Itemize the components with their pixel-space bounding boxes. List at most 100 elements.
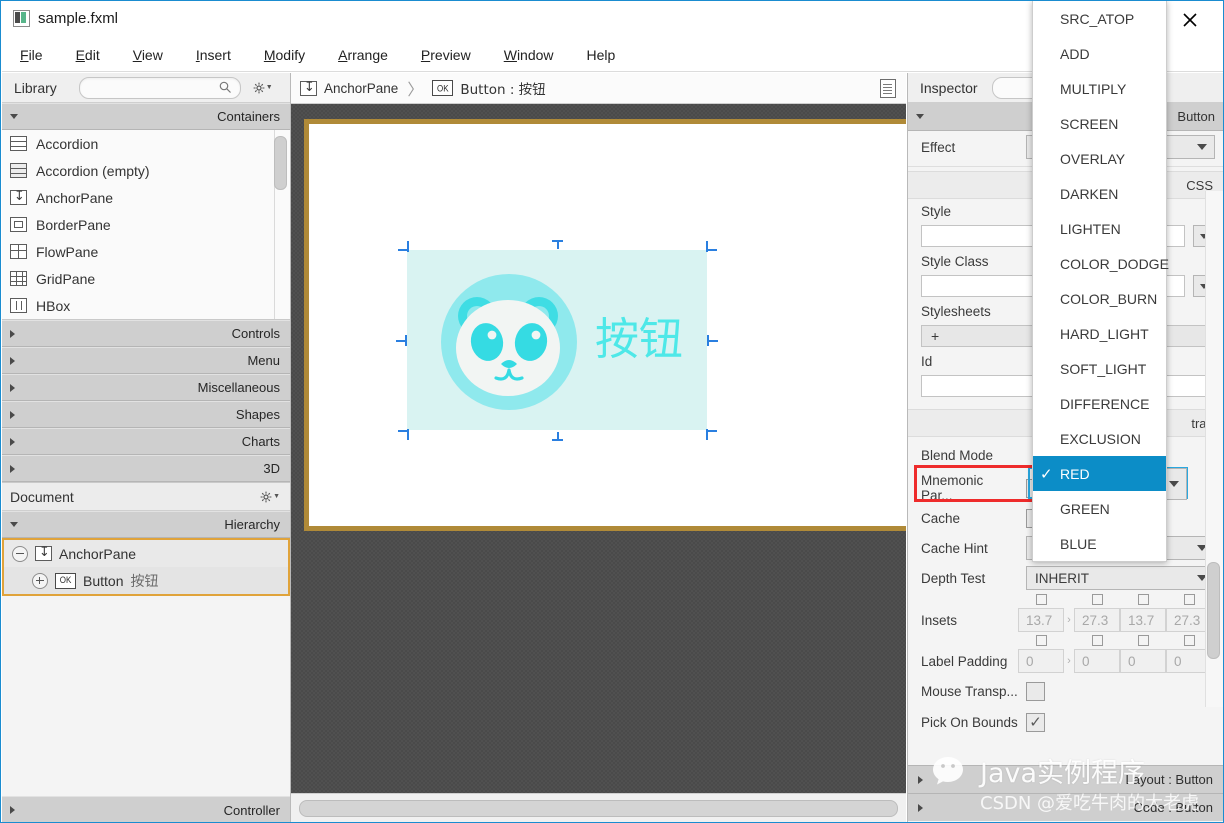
- label-padding-left-checkbox[interactable]: [1184, 635, 1195, 646]
- library-item-flowpane[interactable]: FlowPane: [2, 238, 290, 265]
- blend-mode-dropdown-list[interactable]: SRC_ATOP ADD MULTIPLY SCREEN OVERLAY DAR…: [1032, 1, 1167, 562]
- library-section-3d[interactable]: 3D: [2, 455, 290, 482]
- label-padding-value-1[interactable]: 0: [1074, 649, 1120, 673]
- dropdown-item-difference[interactable]: DIFFERENCE: [1033, 386, 1166, 421]
- hierarchy-tree: AnchorPane OK Button 按钮: [2, 538, 290, 596]
- tree-item-anchorpane[interactable]: AnchorPane: [4, 540, 288, 567]
- document-icon[interactable]: [880, 79, 896, 98]
- selection-handle-bl[interactable]: [398, 429, 409, 440]
- fx-button[interactable]: 按钮: [407, 250, 707, 430]
- label-padding-right-checkbox[interactable]: [1092, 635, 1103, 646]
- breadcrumb-root[interactable]: AnchorPane: [324, 81, 398, 96]
- controller-section-header[interactable]: Controller: [2, 796, 290, 823]
- label-padding-value-2[interactable]: 0: [1120, 649, 1166, 673]
- mouse-transparent-checkbox[interactable]: [1026, 682, 1045, 701]
- layout-section-header[interactable]: Layout : Button: [908, 765, 1223, 793]
- selection-handle-tm[interactable]: [552, 240, 563, 251]
- anchorpane-stage[interactable]: 按钮: [304, 119, 906, 531]
- anchorpane-icon: [10, 190, 27, 205]
- library-item-hbox[interactable]: HBox: [2, 292, 290, 319]
- label-padding-value-0[interactable]: 0: [1018, 649, 1064, 673]
- menu-view[interactable]: View: [133, 47, 163, 63]
- selection-handle-mr[interactable]: [707, 335, 718, 346]
- dropdown-item-hard-light[interactable]: HARD_LIGHT: [1033, 316, 1166, 351]
- insets-bottom-checkbox[interactable]: [1138, 594, 1149, 605]
- menu-help[interactable]: Help: [587, 47, 616, 63]
- selection-handle-bm[interactable]: [552, 430, 563, 441]
- inspector-scrollbar-thumb[interactable]: [1207, 562, 1220, 659]
- insets-right-checkbox[interactable]: [1092, 594, 1103, 605]
- menu-insert[interactable]: Insert: [196, 47, 231, 63]
- dropdown-item-color-dodge[interactable]: COLOR_DODGE: [1033, 246, 1166, 281]
- canvas-scrollbar-thumb[interactable]: [299, 800, 898, 817]
- dropdown-item-lighten[interactable]: LIGHTEN: [1033, 211, 1166, 246]
- tree-item-button[interactable]: OK Button 按钮: [4, 567, 288, 594]
- expand-toggle-icon[interactable]: [32, 573, 48, 589]
- dropdown-item-color-burn[interactable]: COLOR_BURN: [1033, 281, 1166, 316]
- dropdown-item-add[interactable]: ADD: [1033, 36, 1166, 71]
- inspector-tab-right[interactable]: Button: [1177, 109, 1215, 124]
- prop-label: Style Class: [921, 254, 1018, 269]
- design-canvas[interactable]: 按钮: [291, 104, 906, 793]
- dropdown-item-src-atop[interactable]: SRC_ATOP: [1033, 1, 1166, 36]
- prop-label: Stylesheets: [921, 304, 1018, 319]
- menu-arrange[interactable]: Arrange: [338, 47, 388, 63]
- dropdown-item-soft-light[interactable]: SOFT_LIGHT: [1033, 351, 1166, 386]
- library-section-menu[interactable]: Menu: [2, 347, 290, 374]
- prop-row-label-padding: Label Padding 0 › 0 0 0: [908, 647, 1223, 675]
- insets-left-checkbox[interactable]: [1184, 594, 1195, 605]
- insets-value-1[interactable]: 27.3: [1074, 608, 1120, 632]
- library-search-input[interactable]: [79, 77, 241, 99]
- dropdown-item-multiply[interactable]: MULTIPLY: [1033, 71, 1166, 106]
- library-item-accordion-empty[interactable]: Accordion (empty): [2, 157, 290, 184]
- selection-handle-tl[interactable]: [398, 241, 409, 252]
- menu-preview[interactable]: Preview: [421, 47, 471, 63]
- dropdown-item-blue[interactable]: BLUE: [1033, 526, 1166, 561]
- chevron-down-icon: [10, 114, 18, 119]
- dropdown-item-screen[interactable]: SCREEN: [1033, 106, 1166, 141]
- fxml-file-icon: [13, 10, 30, 27]
- library-scrollbar-thumb[interactable]: [274, 136, 287, 190]
- canvas-horizontal-scrollbar[interactable]: [291, 793, 906, 823]
- label-padding-bottom-checkbox[interactable]: [1138, 635, 1149, 646]
- menu-edit[interactable]: Edit: [76, 47, 100, 63]
- label-padding-top-checkbox[interactable]: [1036, 635, 1047, 646]
- menu-modify[interactable]: Modify: [264, 47, 305, 63]
- dropdown-item-overlay[interactable]: OVERLAY: [1033, 141, 1166, 176]
- menu-window[interactable]: Window: [504, 47, 554, 63]
- library-item-accordion[interactable]: Accordion: [2, 130, 290, 157]
- selection-handle-br[interactable]: [706, 429, 717, 440]
- dropdown-item-red[interactable]: ✓ RED: [1033, 456, 1166, 491]
- label-padding-checkbox-row: [908, 634, 1223, 647]
- dropdown-item-darken[interactable]: DARKEN: [1033, 176, 1166, 211]
- prop-label: Style: [921, 204, 1018, 219]
- dropdown-item-green[interactable]: GREEN: [1033, 491, 1166, 526]
- plus-icon: +: [931, 328, 939, 344]
- library-section-controls[interactable]: Controls: [2, 320, 290, 347]
- hierarchy-section-header[interactable]: Hierarchy: [2, 511, 290, 538]
- chevron-right-icon: ›: [1064, 614, 1074, 626]
- code-section-header[interactable]: Code : Button: [908, 793, 1223, 821]
- library-item-borderpane[interactable]: BorderPane: [2, 211, 290, 238]
- pick-on-bounds-checkbox[interactable]: ✓: [1026, 713, 1045, 732]
- selection-handle-tr[interactable]: [706, 241, 717, 252]
- library-section-label: Miscellaneous: [198, 380, 280, 395]
- collapse-toggle-icon[interactable]: [12, 546, 28, 562]
- menu-file[interactable]: File: [20, 47, 43, 63]
- depth-test-combo[interactable]: INHERIT: [1026, 566, 1215, 590]
- library-section-miscellaneous[interactable]: Miscellaneous: [2, 374, 290, 401]
- document-gear-icon[interactable]: ▼: [260, 491, 280, 503]
- library-section-shapes[interactable]: Shapes: [2, 401, 290, 428]
- library-item-gridpane[interactable]: GridPane: [2, 265, 290, 292]
- selection-handle-ml[interactable]: [396, 335, 407, 346]
- insets-value-0[interactable]: 13.7: [1018, 608, 1064, 632]
- library-section-charts[interactable]: Charts: [2, 428, 290, 455]
- library-item-anchorpane[interactable]: AnchorPane: [2, 184, 290, 211]
- library-gear-icon[interactable]: ▼: [253, 82, 273, 94]
- dropdown-item-exclusion[interactable]: EXCLUSION: [1033, 421, 1166, 456]
- library-section-containers[interactable]: Containers: [2, 103, 290, 130]
- library-header: Library ▼: [2, 73, 290, 103]
- breadcrumb-leaf[interactable]: Button : 按钮: [460, 78, 545, 98]
- insets-top-checkbox[interactable]: [1036, 594, 1047, 605]
- insets-value-2[interactable]: 13.7: [1120, 608, 1166, 632]
